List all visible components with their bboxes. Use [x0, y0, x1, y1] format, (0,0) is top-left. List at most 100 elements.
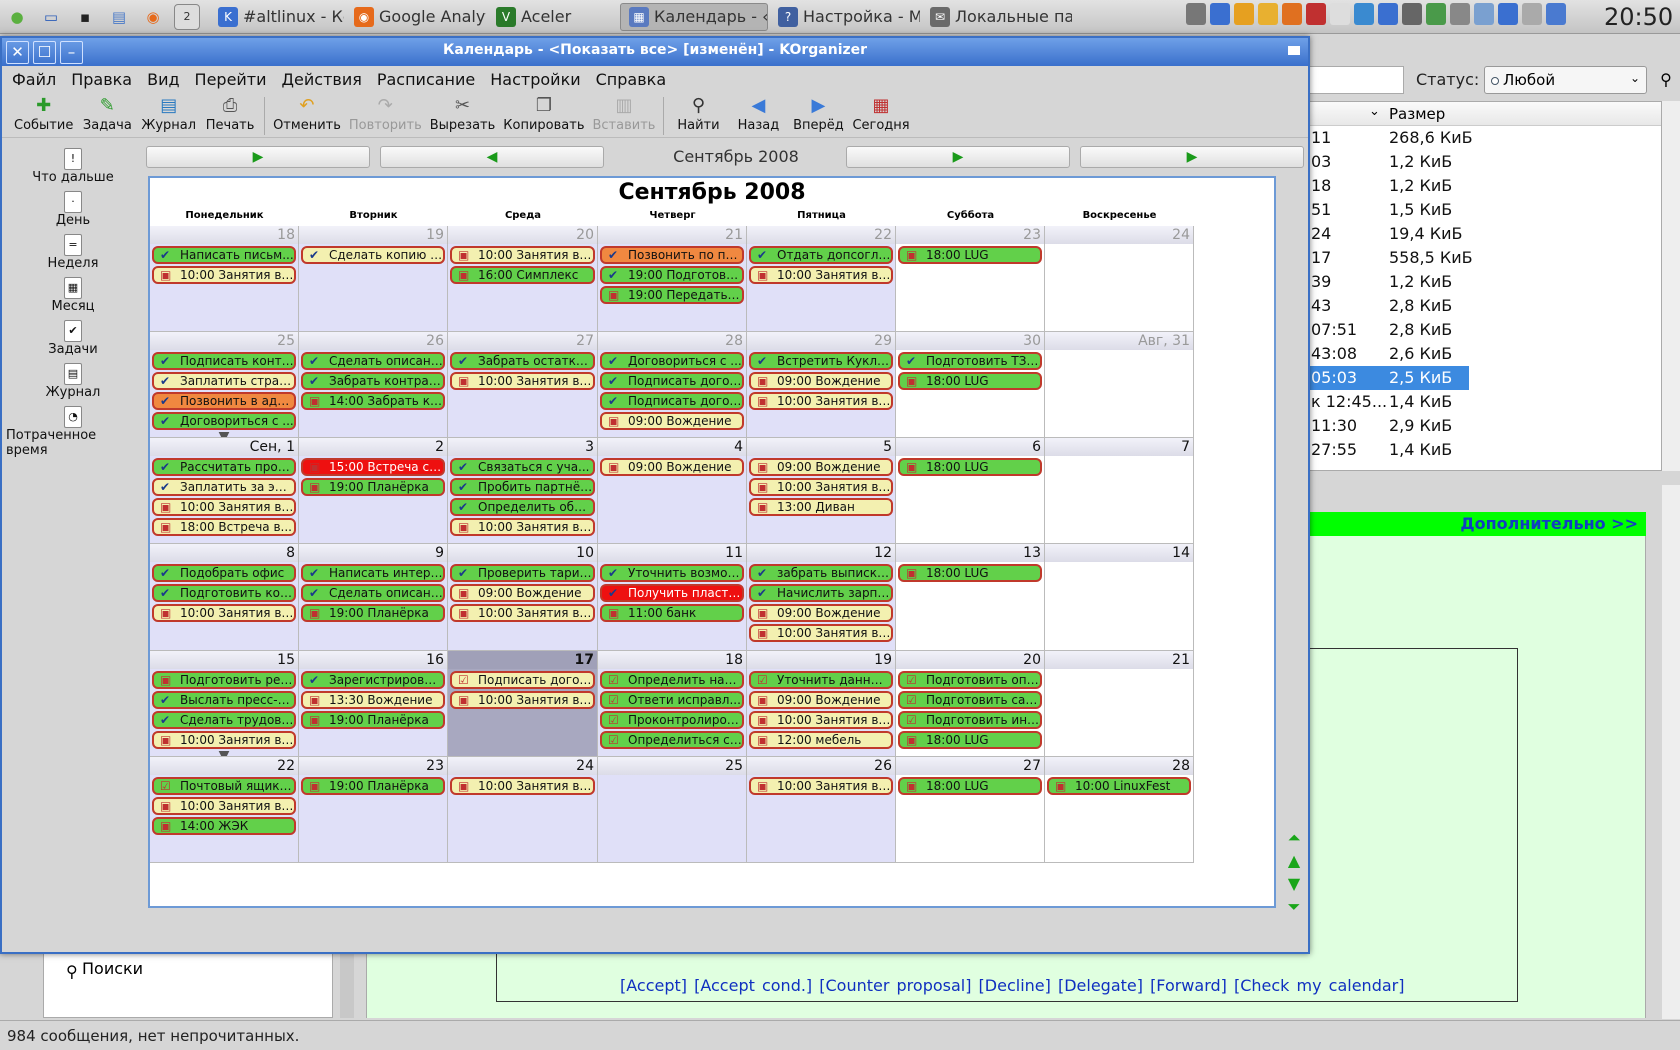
day-number[interactable]: 28 [598, 332, 746, 350]
os-logo-icon[interactable]: ● [4, 4, 30, 30]
menu-item[interactable]: Действия [282, 70, 362, 89]
calendar-event[interactable]: ▣ 10:00 Занятия в ... [450, 246, 595, 264]
calendar-event[interactable]: ▣ 19:00 Планёрка [301, 604, 445, 622]
calendar-event[interactable]: ☑ Определиться с ... [600, 731, 744, 749]
day-number[interactable]: 2 [299, 438, 447, 456]
menu-item[interactable]: Вид [147, 70, 179, 89]
day-cell[interactable]: 24 [1045, 226, 1194, 332]
day-cell[interactable]: 27 ✔ Забрать остатки ... ▣ 10:00 Занятия в .… [448, 332, 598, 438]
calendar-event[interactable]: ▣ 09:00 Вождение [749, 458, 893, 476]
sidebar-view-item[interactable]: ▦ Месяц [6, 273, 140, 316]
message-row[interactable]: к 12:45... 1,4 КиБ [1307, 390, 1661, 414]
calendar-event[interactable]: ✔ Рассчитать прое... [152, 458, 296, 476]
calendar-event[interactable]: ▣ 10:00 Занятия в ... [749, 711, 893, 729]
calendar-event[interactable]: ▣ 19:00 Планёрка [301, 777, 445, 795]
calendar-event[interactable]: ▣ 10:00 Занятия в ... [450, 777, 595, 795]
calendar-event[interactable]: ✔ Забрать остатки ... [450, 352, 595, 370]
scroll-down-page-icon[interactable]: ⏷ [1282, 897, 1306, 920]
calendar-event[interactable]: ▣ 18:00 LUG [898, 731, 1042, 749]
calendar-event[interactable]: ✔ Начислить зарпл... [749, 584, 893, 602]
sidebar-view-item[interactable]: ! Что дальше [6, 144, 140, 187]
day-cell[interactable]: 30 ✔ Подготовить ТЗ ... ▣ 18:00 LUG [896, 332, 1045, 438]
binoculars-icon[interactable]: ⚲ [1654, 66, 1678, 94]
message-row[interactable]: 39 1,2 КиБ [1307, 270, 1661, 294]
toolbar-button[interactable]: ◀ Назад [732, 94, 784, 133]
next-year-button[interactable]: ▶ [1080, 146, 1304, 168]
sidebar-view-item[interactable]: · День [6, 187, 140, 230]
tray-app-icon[interactable] [1354, 3, 1374, 25]
day-cell[interactable]: 12 ✔ забрать выписки... ✔ Начислить зарпл...… [747, 544, 896, 651]
day-cell[interactable]: 15 ▣ Подготовить реш... ✔ Выслать пресс-р...… [150, 651, 299, 757]
calendar-event[interactable]: ▣ 10:00 Занятия в ... [450, 372, 595, 390]
day-number[interactable]: 18 [150, 226, 298, 244]
day-number[interactable]: 12 [747, 544, 895, 562]
toolbar-button[interactable]: ▦ Сегодня [852, 94, 909, 133]
calendar-event[interactable]: ▣ 18:00 Встреча в... [152, 518, 296, 536]
tray-app-icon[interactable] [1474, 3, 1494, 25]
day-number[interactable]: 24 [1045, 226, 1193, 244]
day-number[interactable]: 26 [747, 757, 895, 775]
calendar-event[interactable]: ▣ 18:00 LUG [898, 564, 1042, 582]
calendar-event[interactable]: ▣ 10:00 Занятия в ... [749, 624, 893, 642]
day-cell[interactable]: 23 ▣ 19:00 Планёрка [299, 757, 448, 863]
calendar-event[interactable]: ✔ Выслать пресс-р... [152, 691, 296, 709]
calendar-event[interactable]: ▣ 10:00 Занятия в ... [152, 797, 296, 815]
day-number[interactable]: 10 [448, 544, 597, 562]
tray-app-icon[interactable] [1522, 3, 1542, 25]
calendar-event[interactable]: ✔ Заплатить страх... [152, 372, 296, 390]
day-cell[interactable]: 20 ☑ Подготовить опи... ☑ Подготовить сай...… [896, 651, 1045, 757]
tray-app-icon[interactable] [1186, 3, 1206, 25]
day-number[interactable]: 27 [448, 332, 597, 350]
day-number[interactable]: 22 [747, 226, 895, 244]
message-row[interactable]: 03 1,2 КиБ [1307, 150, 1661, 174]
message-row[interactable]: 11:30 2,9 КиБ [1307, 414, 1661, 438]
calendar-event[interactable]: ✔ Позвонить по по... [600, 246, 744, 264]
day-cell[interactable]: 22 ☑ Почтовый ящик: ... ▣ 10:00 Занятия в ..… [150, 757, 299, 863]
size-column-header[interactable]: Размер [1389, 105, 1445, 123]
day-cell[interactable]: 27 ▣ 18:00 LUG [896, 757, 1045, 863]
calendar-event[interactable]: ▣ 16:00 Симплекс [450, 266, 595, 284]
day-cell[interactable]: 8 ✔ Подобрать офис ✔ Подготовить конт... ▣ 10:… [150, 544, 299, 651]
calendar-event[interactable]: ▣ 10:00 Занятия в ... [749, 266, 893, 284]
calendar-event[interactable]: ✔ Получить пласти... [600, 584, 744, 602]
calendar-event[interactable]: ▣ 14:00 Забрать ко... [301, 392, 445, 410]
day-cell[interactable]: Авг, 31 [1045, 332, 1194, 438]
sort-chevron-icon[interactable]: ⌄ [1369, 104, 1380, 119]
calendar-event[interactable]: ▣ 18:00 LUG [898, 458, 1042, 476]
calendar-event[interactable]: ☑ Уточнить данные... [749, 671, 893, 689]
day-number[interactable]: 20 [448, 226, 597, 244]
taskbar-task[interactable]: K #altlinux - Ко [210, 3, 344, 31]
message-row[interactable]: 24 19,4 КиБ [1307, 222, 1661, 246]
day-number[interactable]: 5 [747, 438, 895, 456]
day-number[interactable]: 20 [896, 651, 1044, 669]
day-cell[interactable]: 23 ▣ 18:00 LUG [896, 226, 1045, 332]
calendar-event[interactable]: ✔ Подписать контр... [152, 352, 296, 370]
calendar-event[interactable]: ▣ 09:00 Вождение [749, 691, 893, 709]
day-number[interactable]: Авг, 31 [1045, 332, 1193, 350]
calendar-event[interactable]: ✔ Подписать догов... [600, 392, 744, 410]
calendar-event[interactable]: ✔ Позвонить в адм... [152, 392, 296, 410]
day-number[interactable]: 24 [448, 757, 597, 775]
day-cell[interactable]: 2 ▣ 15:00 Встреча с ... ▣ 19:00 Планёрка [299, 438, 448, 544]
calendar-event[interactable]: ▣ 10:00 Занятия в ... [450, 518, 595, 536]
toolbar-button[interactable]: ⚲ Найти [672, 94, 724, 133]
toolbar-button[interactable]: ✂ Вырезать [430, 94, 496, 133]
day-cell[interactable]: 21 [1045, 651, 1194, 757]
day-number[interactable]: 6 [896, 438, 1044, 456]
toolbar-button[interactable]: ⎙ Печать [204, 94, 256, 133]
day-cell[interactable]: 11 ✔ Уточнить возмож... ✔ Получить пласти...… [598, 544, 747, 651]
terminal-icon[interactable]: ▪ [72, 4, 98, 30]
calendar-event[interactable]: ✔ 19:00 Подготовит... [600, 266, 744, 284]
day-number[interactable]: 7 [1045, 438, 1193, 456]
calendar-event[interactable]: ▣ 11:00 банк [600, 604, 744, 622]
calendar-event[interactable]: ▣ 09:00 Вождение [749, 372, 893, 390]
calendar-event[interactable]: ▣ 19:00 Планёрка [301, 478, 445, 496]
menu-item[interactable]: Файл [12, 70, 56, 89]
day-cell[interactable]: 25 [598, 757, 747, 863]
day-cell[interactable]: 10 ✔ Проверить тариф... ▣ 09:00 Вождение ▣ 10:… [448, 544, 598, 651]
message-list-scrollbar[interactable] [1662, 101, 1680, 471]
calendar-event[interactable]: ☑ Проконтролиров... [600, 711, 744, 729]
tray-app-icon[interactable] [1378, 3, 1398, 25]
day-number[interactable]: 9 [299, 544, 447, 562]
message-row[interactable]: 11 268,6 КиБ [1307, 126, 1661, 150]
